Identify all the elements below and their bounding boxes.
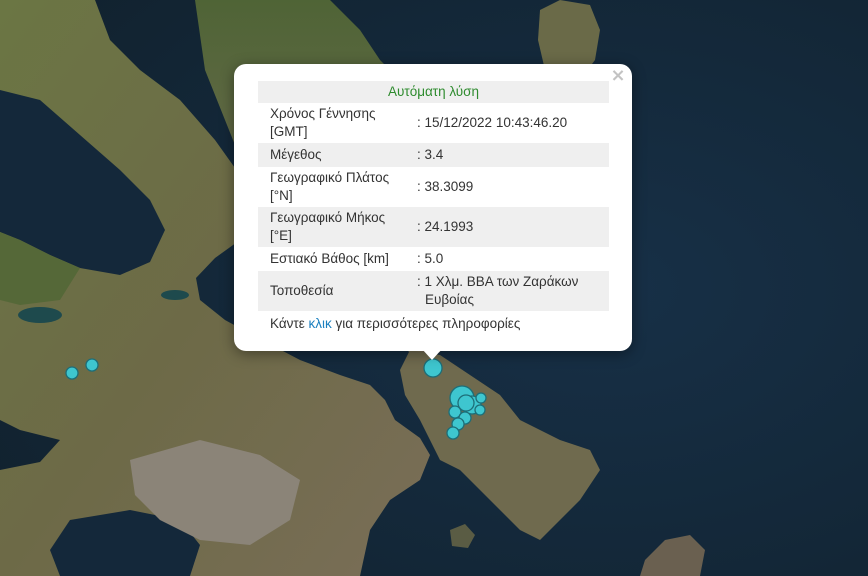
label-depth: Εστιακό Βάθος [km] — [270, 251, 389, 266]
quake-marker[interactable] — [65, 366, 79, 380]
quake-marker[interactable] — [475, 392, 487, 404]
more-prefix: Κάντε — [270, 316, 309, 331]
more-suffix: για περισσότερες πληροφορίες — [331, 316, 521, 331]
value-magnitude: : 3.4 — [417, 143, 609, 167]
quake-info-table: Αυτόματη λύση Χρόνος Γέννησης [GMT] : 15/… — [258, 81, 609, 311]
value-latitude: : 38.3099 — [417, 179, 474, 194]
label-text: Γεωγραφικό Πλάτος — [270, 170, 390, 185]
quake-marker-selected[interactable] — [423, 358, 443, 378]
value-text: Ευβοίας — [425, 292, 474, 307]
popup-title: Αυτόματη λύση — [258, 81, 609, 103]
lake — [18, 307, 62, 323]
value-longitude: : 24.1993 — [417, 207, 609, 247]
label-longitude: Γεωγραφικό Μήκος [°E] — [258, 207, 417, 247]
more-info-line: Κάντε κλικ για περισσότερες πληροφορίες — [270, 316, 520, 331]
quake-marker[interactable] — [457, 394, 475, 412]
table-row: Χρόνος Γέννησης [GMT] : 15/12/2022 10:43:… — [258, 103, 609, 143]
label-text: [°E] — [270, 228, 292, 243]
popup-tip — [422, 349, 442, 360]
label-text: Γεωγραφικό Μήκος — [270, 210, 386, 225]
popup-title-row: Αυτόματη λύση — [258, 81, 609, 103]
table-row: Εστιακό Βάθος [km] : 5.0 — [258, 247, 609, 271]
label-latitude: Γεωγραφικό Πλάτος [°N] — [258, 167, 417, 207]
quake-marker[interactable] — [474, 404, 486, 416]
quake-marker[interactable] — [446, 426, 460, 440]
quake-marker[interactable] — [85, 358, 99, 372]
lake — [161, 290, 189, 300]
value-depth: : 5.0 — [417, 251, 444, 266]
label-location: Τοποθεσία — [258, 271, 417, 311]
value-location: : 1 Χλμ. ΒΒΑ των Ζαράκων Ευβοίας — [417, 271, 609, 311]
label-text: [°N] — [270, 188, 293, 203]
label-magnitude: Μέγεθος — [258, 143, 417, 167]
table-row: Γεωγραφικό Μήκος [°E] : 24.1993 — [258, 207, 609, 247]
more-info-link[interactable]: κλικ — [309, 316, 332, 331]
table-row: Τοποθεσία : 1 Χλμ. ΒΒΑ των Ζαράκων Ευβοία… — [258, 271, 609, 311]
value-origin-time: : 15/12/2022 10:43:46.20 — [417, 115, 568, 130]
close-icon[interactable]: × — [610, 67, 626, 85]
quake-info-popup: × Αυτόματη λύση Χρόνος Γέννησης [GMT] : 1… — [234, 64, 632, 351]
label-text: Χρόνος Γέννησης — [270, 106, 376, 121]
table-row: Μέγεθος : 3.4 — [258, 143, 609, 167]
value-text: : 1 Χλμ. ΒΒΑ των Ζαράκων — [417, 274, 579, 289]
table-row: Γεωγραφικό Πλάτος [°N] : 38.3099 — [258, 167, 609, 207]
label-origin-time: Χρόνος Γέννησης [GMT] — [258, 103, 417, 143]
label-text: [GMT] — [270, 124, 308, 139]
